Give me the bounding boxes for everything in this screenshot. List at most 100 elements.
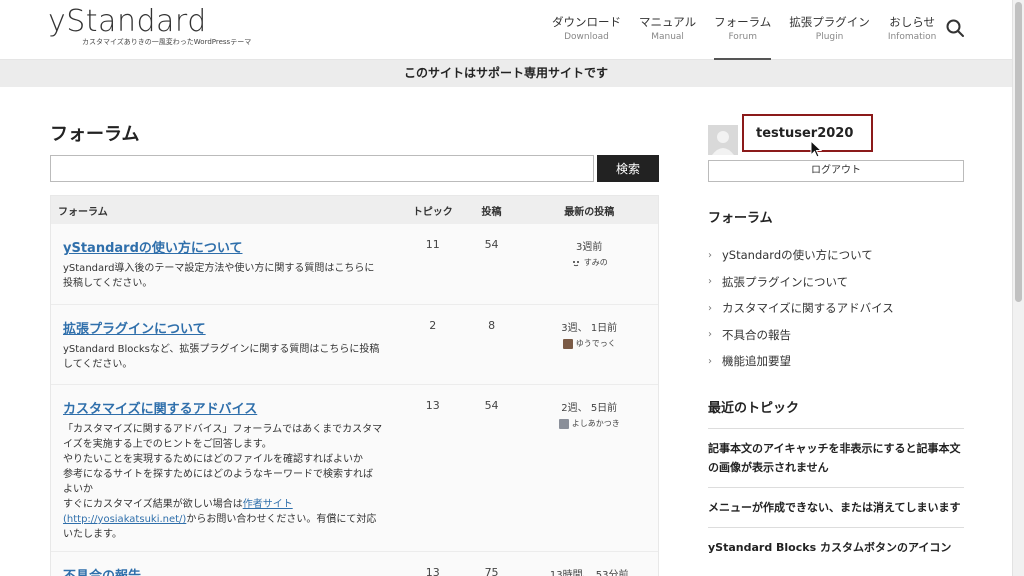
nav-sublabel: Infomation [887,32,937,42]
chevron-right-icon: › [708,276,712,288]
table-header: フォーラム トピック 投稿 最新の投稿 [51,196,658,224]
forum-item-label: yStandardの使い方について [722,248,873,263]
latest-post-time[interactable]: 2週、 5日前 [520,399,658,414]
nav-download[interactable]: ダウンロード Download [552,14,621,60]
topic-count: 13 [425,566,440,576]
nav-label: おしらせ [889,15,935,29]
post-count: 75 [484,566,499,576]
column-header-posts: 投稿 [481,206,502,218]
search-input[interactable] [50,155,594,182]
nav-label: ダウンロード [552,15,621,29]
site-notice-banner: このサイトはサポート専用サイトです [0,60,1012,87]
sidebar-forum-item[interactable]: › 不具合の報告 [708,322,964,349]
forum-table: フォーラム トピック 投稿 最新の投稿 yStandardの使い方について yS… [50,195,659,576]
logout-button[interactable]: ログアウト [708,160,964,182]
author-name: ゆうでっく [575,339,616,348]
column-header-latest: 最新の投稿 [564,206,615,218]
latest-post-author[interactable]: すみの [520,257,658,268]
recent-topics-list: 記事本文のアイキャッチを非表示にすると記事本文の画像が表示されません メニューが… [708,428,964,567]
avatar [558,418,569,429]
forum-title-link[interactable]: 不具合の報告 [63,565,141,576]
description-line: 「カスタマイズに関するアドバイス」フォーラムではあくまでカスタマイズを実施する上… [63,424,383,450]
avatar [562,338,573,349]
table-row: 不具合の報告 13 75 13時間、 53分前 [51,552,658,576]
forum-title-link[interactable]: yStandardの使い方について [63,237,242,256]
forum-description: yStandard Blocksなど、拡張プラグインに関する質問はこちらに投稿し… [63,344,380,370]
forum-title-link[interactable]: 拡張プラグインについて [63,318,206,337]
chevron-right-icon: › [708,302,712,314]
chevron-right-icon: › [708,355,712,367]
sidebar-forum-item[interactable]: › 拡張プラグインについて [708,269,964,296]
scrollbar-thumb[interactable] [1015,2,1022,302]
sidebar-forum-item[interactable]: › カスタマイズに関するアドバイス [708,295,964,322]
author-name: よしあかつき [571,419,620,428]
post-count: 54 [484,238,499,251]
search-button[interactable]: 検索 [597,155,659,182]
topic-count: 13 [425,399,440,412]
forum-cell: 不具合の報告 [51,552,403,576]
username-link[interactable]: testuser2020 [742,114,873,152]
forum-item-label: 拡張プラグインについて [722,274,849,289]
forum-cell: 拡張プラグインについて yStandard Blocksなど、拡張プラグインに関… [51,305,403,384]
topic-count: 11 [425,238,440,251]
nav-manual[interactable]: マニュアル Manual [639,14,696,60]
avatar[interactable] [708,125,738,155]
table-row: yStandardの使い方について yStandard導入後のテーマ設定方法や使… [51,224,658,305]
sidebar-forum-item[interactable]: › yStandardの使い方について [708,242,964,269]
nav-label: 拡張プラグイン [789,15,870,29]
table-row: 拡張プラグインについて yStandard Blocksなど、拡張プラグインに関… [51,305,658,385]
scrollbar[interactable] [1012,0,1024,576]
chevron-right-icon: › [708,249,712,261]
latest-post-time[interactable]: 3週、 1日前 [520,319,658,334]
nav-label: フォーラム [714,15,772,29]
forum-title-link[interactable]: カスタマイズに関するアドバイス [63,398,257,417]
post-count: 54 [484,399,499,412]
avatar [572,260,579,266]
column-header-forum: フォーラム [58,206,108,218]
latest-post-author[interactable]: よしあかつき [520,418,658,429]
forum-search: 検索 [50,155,659,182]
forum-description: yStandard導入後のテーマ設定方法や使い方に関する質問はこちらに投稿してく… [63,263,375,289]
recent-topic-link[interactable]: メニューが作成できない、または消えてしまいます [708,487,964,527]
nav-plugin[interactable]: 拡張プラグイン Plugin [789,14,870,60]
author-name: すみの [583,258,608,267]
nav-sublabel: Manual [651,32,684,42]
latest-post-cell: 3週前 すみの [520,224,658,304]
page-title: フォーラム [50,124,140,145]
site-header: yStandard カスタマイズありきの一風変わったWordPressテーマ ダ… [0,0,1012,60]
forum-list-heading: フォーラム [708,211,773,226]
search-icon[interactable] [945,18,965,38]
sidebar-forum-item[interactable]: › 機能追加要望 [708,348,964,375]
site-logo[interactable]: yStandard カスタマイズありきの一風変わったWordPressテーマ [48,6,251,47]
post-count: 8 [488,319,496,332]
user-silhouette-icon [708,125,738,155]
description-line: やりたいことを実現するためにはどのファイルを確認すればよいか [63,454,363,465]
nav-forum[interactable]: フォーラム Forum [714,14,772,60]
forum-item-label: 機能追加要望 [722,354,791,369]
nav-sublabel: Forum [728,32,757,42]
chevron-right-icon: › [708,329,712,341]
forum-list: › yStandardの使い方について › 拡張プラグインについて › カスタマイズに… [708,242,964,375]
description-line: すぐにカスタマイズ結果が欲しい場合は作者サイト(http://yosiakats… [63,497,383,542]
latest-post-author[interactable]: ゆうでっく [520,338,658,349]
latest-post-cell: 3週、 1日前 ゆうでっく [520,305,658,384]
latest-post-cell: 2週、 5日前 よしあかつき [520,385,658,551]
main-content: フォーラム 検索 フォーラム トピック 投稿 最新の投稿 yStandardの使… [50,120,659,576]
forum-item-label: 不具合の報告 [722,327,791,342]
latest-post-cell: 13時間、 53分前 [520,552,658,576]
logo-text: yStandard [48,4,207,39]
nav-information[interactable]: おしらせ Infomation [888,14,937,60]
logo-tagline: カスタマイズありきの一風変わったWordPressテーマ [82,38,252,46]
latest-post-time[interactable]: 3週前 [520,238,658,253]
recent-topic-link[interactable]: 記事本文のアイキャッチを非表示にすると記事本文の画像が表示されません [708,428,964,487]
recent-topics-heading: 最近のトピック [708,401,800,416]
mouse-cursor-icon [810,140,822,158]
column-header-topics: トピック [412,206,453,218]
forum-cell: yStandardの使い方について yStandard導入後のテーマ設定方法や使… [51,224,403,304]
nav-sublabel: Download [564,32,609,42]
forum-description: 「カスタマイズに関するアドバイス」フォーラムではあくまでカスタマイズを実施する上… [63,422,403,542]
latest-post-time[interactable]: 13時間、 53分前 [520,566,658,576]
forum-item-label: カスタマイズに関するアドバイス [722,301,894,316]
description-line: 参考になるサイトを探すためにはどのようなキーワードで検索すればよいか [63,469,373,495]
recent-topic-link[interactable]: yStandard Blocks カスタムボタンのアイコン [708,527,964,567]
